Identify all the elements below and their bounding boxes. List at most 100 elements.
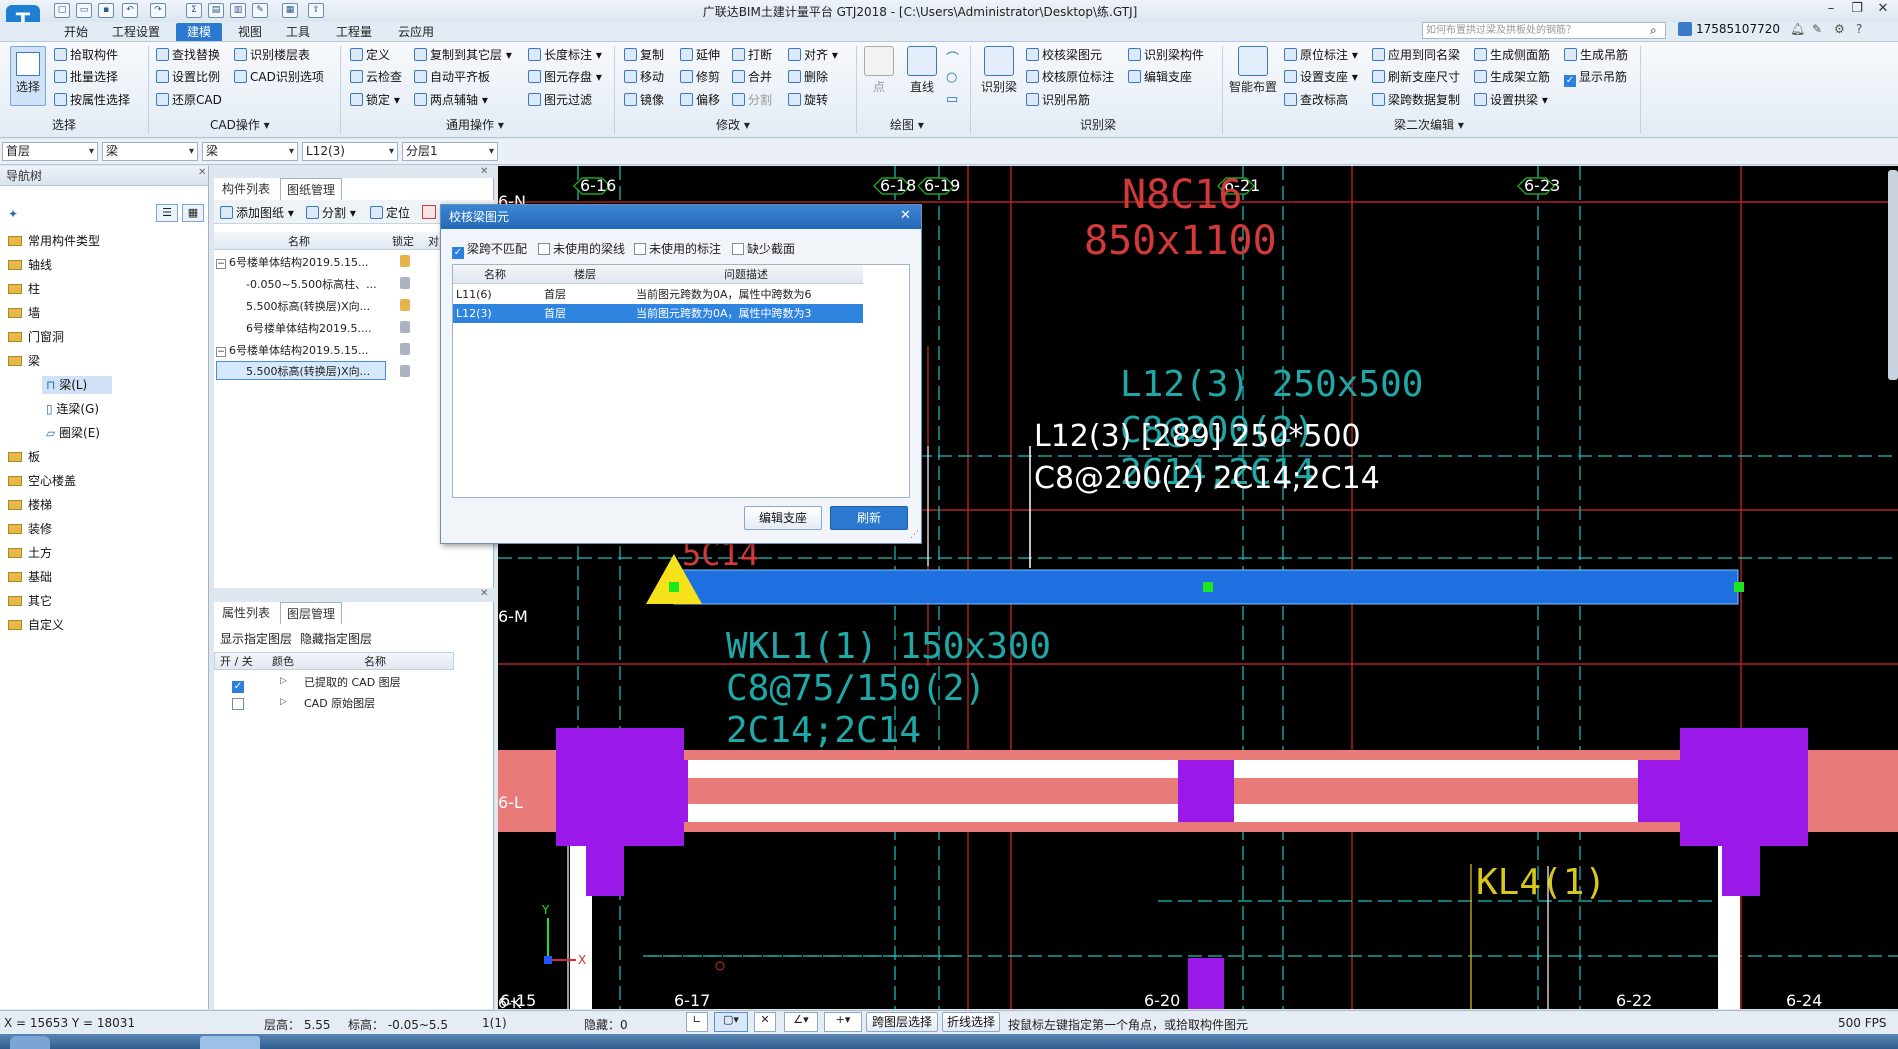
avatar[interactable]	[1678, 22, 1692, 36]
layer-panel-close-icon[interactable]: ✕	[480, 588, 488, 599]
pen-icon[interactable]: ✎	[1812, 22, 1822, 36]
span-data-copy-button[interactable]: 梁跨数据复制	[1372, 91, 1460, 109]
hide-layer-link[interactable]: 隐藏指定图层	[300, 630, 372, 647]
mirror-button[interactable]: 镜像	[624, 91, 664, 109]
recognize-beam-button[interactable]: 识别梁	[978, 46, 1020, 95]
generate-hanger-button[interactable]: 生成吊筋	[1564, 46, 1628, 64]
grip-point[interactable]	[1203, 582, 1213, 592]
column[interactable]	[1178, 760, 1234, 822]
filter-unused-annotations[interactable]: 未使用的标注	[634, 240, 721, 257]
menu-project-settings[interactable]: 工程设置	[108, 23, 164, 41]
nav-item-axis[interactable]: 轴线	[8, 256, 52, 274]
recognize-hanger-button[interactable]: 识别吊筋	[1026, 91, 1090, 109]
copy-to-floor-button[interactable]: 复制到其它层 ▾	[414, 46, 512, 64]
layer-toggle-original[interactable]	[232, 697, 247, 711]
length-dimension-button[interactable]: 长度标注 ▾	[528, 46, 602, 64]
taskbar-app[interactable]	[200, 1036, 260, 1049]
table-row[interactable]: −6号楼单体结构2019.5.15...	[216, 253, 386, 272]
polyline-select-button[interactable]: 折线选择	[942, 1012, 1000, 1032]
nav-item-coupling-beam[interactable]: ▯ 连梁(G)	[46, 400, 99, 418]
grid-view-icon[interactable]: ▦	[182, 204, 204, 222]
add-drawing-button[interactable]: 添加图纸 ▾	[220, 204, 294, 222]
collapse-icon[interactable]: −	[216, 347, 226, 357]
cad-options-button[interactable]: CAD识别选项	[234, 68, 324, 86]
menu-cloud[interactable]: 云应用	[394, 23, 438, 41]
summary-icon[interactable]: ▤	[208, 3, 224, 18]
refresh-support-button[interactable]: 刷新支座尺寸	[1372, 68, 1460, 86]
nav-item-openings[interactable]: 门窗洞	[8, 328, 64, 346]
component-select[interactable]: L12(3)	[302, 142, 398, 161]
arc-icon[interactable]: ⌒	[946, 48, 959, 67]
edit-support-dialog-button[interactable]: 编辑支座	[744, 506, 822, 530]
lock-icon[interactable]	[400, 321, 410, 333]
grid-icon[interactable]: ▦	[282, 3, 298, 18]
copy-button[interactable]: 复制	[624, 46, 664, 64]
tab-component-list[interactable]: 构件列表	[216, 178, 276, 200]
check-beam-button[interactable]: 校核梁图元	[1026, 46, 1102, 64]
floor-select[interactable]: 首层	[2, 142, 98, 161]
nav-item-other[interactable]: 其它	[8, 592, 52, 610]
smart-layout-button[interactable]: 智能布置	[1228, 46, 1278, 95]
tab-drawing-management[interactable]: 图纸管理	[280, 178, 343, 200]
table-row[interactable]: -0.050~5.500标高柱、...	[246, 275, 386, 294]
nav-item-earthwork[interactable]: 土方	[8, 544, 52, 562]
table-row[interactable]: 5.500标高(转换层)X向...	[246, 297, 386, 316]
filter-unused-lines[interactable]: 未使用的梁线	[538, 240, 625, 257]
cloud-check-button[interactable]: 云检查	[350, 68, 402, 86]
dialog-close-icon[interactable]: ✕	[900, 208, 911, 223]
lock-icon[interactable]	[400, 365, 410, 377]
nav-item-ring-beam[interactable]: ▱ 圈梁(E)	[46, 424, 100, 442]
filter-missing-section[interactable]: 缺少截面	[732, 240, 795, 257]
offset-button[interactable]: 偏移	[680, 91, 720, 109]
edit-support-button[interactable]: 编辑支座	[1128, 68, 1192, 86]
save-element-button[interactable]: 图元存盘 ▾	[528, 68, 602, 86]
nav-item-slab[interactable]: 板	[8, 448, 40, 466]
nav-item-stairs[interactable]: 楼梯	[8, 496, 52, 514]
menu-quantities[interactable]: 工程量	[332, 23, 376, 41]
delete-button[interactable]: 删除	[788, 68, 828, 86]
nav-item-beam-l[interactable]: ⊓ 梁(L)	[42, 376, 112, 394]
refresh-button[interactable]: 刷新	[830, 506, 908, 530]
table-row-selected[interactable]: 5.500标高(转换层)X向...	[216, 361, 386, 380]
delete-drawing-icon[interactable]	[422, 205, 436, 219]
auto-flush-slab-button[interactable]: 自动平齐板	[414, 68, 490, 86]
lock-icon[interactable]	[400, 277, 410, 289]
locate-button[interactable]: 定位	[370, 204, 410, 222]
select-button[interactable]: 选择	[10, 46, 46, 106]
modify-elevation-button[interactable]: 查改标高	[1284, 91, 1348, 109]
menu-tools[interactable]: 工具	[282, 23, 314, 41]
nav-item-beam[interactable]: 梁	[8, 352, 40, 370]
extend-button[interactable]: 延伸	[680, 46, 720, 64]
filter-span-mismatch[interactable]: ✓ 梁跨不匹配	[452, 240, 527, 259]
drawing-panel-close-icon[interactable]: ✕	[480, 166, 488, 177]
nav-item-decoration[interactable]: 装修	[8, 520, 52, 538]
report-icon[interactable]: ▥	[230, 3, 246, 18]
define-button[interactable]: 定义	[350, 46, 390, 64]
lock-open-icon[interactable]	[400, 299, 410, 311]
minimize-icon[interactable]: –	[1818, 1, 1844, 19]
undo-icon[interactable]: ↶	[122, 3, 138, 18]
open-file-icon[interactable]: ▭	[76, 3, 92, 18]
collapse-icon[interactable]: −	[216, 259, 226, 269]
trim-button[interactable]: 修剪	[680, 68, 720, 86]
settings-icon[interactable]: ⚙	[1834, 22, 1845, 36]
set-arch-beam-button[interactable]: 设置拱梁 ▾	[1474, 91, 1548, 109]
grip-point[interactable]	[1734, 582, 1744, 592]
close-icon[interactable]: ✕	[1870, 1, 1896, 19]
tab-layer-management[interactable]: 图层管理	[280, 602, 343, 624]
resize-grip-icon[interactable]: ⋰	[910, 530, 919, 540]
check-annotation-button[interactable]: 校核原位标注	[1026, 68, 1114, 86]
lock-open-icon[interactable]	[400, 255, 410, 267]
circle-icon[interactable]: ○	[946, 70, 957, 85]
nav-close-icon[interactable]: ✕	[198, 167, 206, 178]
column[interactable]	[586, 846, 624, 896]
move-button[interactable]: 移动	[624, 68, 664, 86]
nav-item-wall[interactable]: 墙	[8, 304, 40, 322]
two-point-axis-button[interactable]: 两点辅轴 ▾	[414, 91, 488, 109]
restore-icon[interactable]: ❐	[1844, 1, 1870, 19]
column[interactable]	[1680, 728, 1808, 846]
category-select[interactable]: 梁	[102, 142, 198, 161]
batch-select-button[interactable]: 批量选择	[54, 68, 118, 86]
column[interactable]	[666, 760, 688, 822]
new-file-icon[interactable]: ▢	[54, 3, 70, 18]
